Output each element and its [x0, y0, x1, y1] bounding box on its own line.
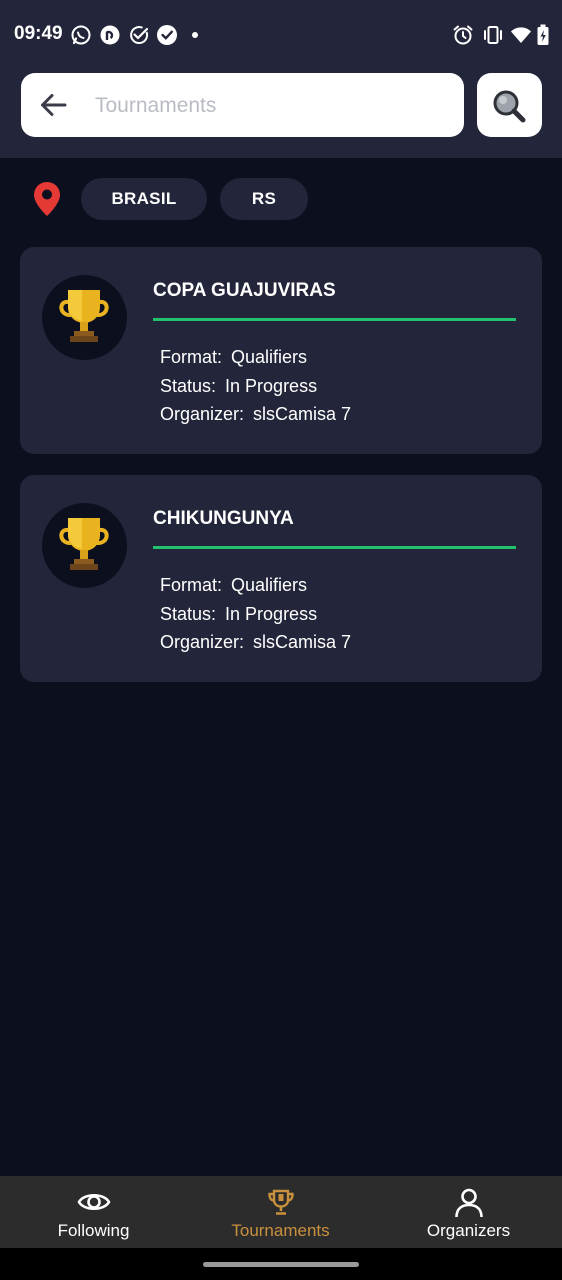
check-circle-icon	[130, 26, 149, 45]
format-row: Format: Qualifiers	[160, 347, 307, 368]
status-value: In Progress	[225, 604, 318, 624]
card-divider	[153, 318, 516, 321]
format-value: Qualifiers	[231, 347, 308, 367]
organizer-label: Organizer:	[160, 404, 245, 424]
nav-organizers[interactable]: Organizers	[375, 1176, 562, 1248]
trophy-icon	[59, 518, 109, 570]
tournament-avatar	[42, 275, 127, 360]
organizer-label: Organizer:	[160, 632, 245, 652]
status-label: Status:	[160, 604, 217, 624]
bottom-navigation: Following Tournaments Organizers	[0, 1176, 562, 1248]
tournament-name: COPA GUAJUVIRAS	[153, 280, 336, 301]
trophy-icon	[59, 290, 109, 342]
card-divider	[153, 546, 516, 549]
organizer-row: Organizer: slsCamisa 7	[160, 632, 351, 653]
tournament-avatar	[42, 503, 127, 588]
filter-chip-state[interactable]: RS	[220, 178, 308, 220]
eye-icon	[77, 1193, 110, 1211]
status-label: Status:	[160, 376, 217, 396]
search-button[interactable]	[477, 73, 542, 137]
organizer-value: slsCamisa 7	[253, 404, 352, 424]
status-time: 09:49	[14, 23, 63, 44]
whatsapp-icon	[71, 25, 91, 45]
nav-tournaments[interactable]: Tournaments	[187, 1176, 374, 1248]
dot-icon	[192, 32, 198, 38]
format-label: Format:	[160, 575, 223, 595]
search-input[interactable]	[93, 73, 457, 139]
nav-organizers-label: Organizers	[426, 1221, 511, 1240]
back-arrow-icon[interactable]	[35, 87, 71, 123]
nav-following-label: Following	[57, 1221, 130, 1240]
check-circle-filled-icon	[157, 25, 177, 45]
tournament-card[interactable]: COPA GUAJUVIRAS Format: Qualifiers Status…	[20, 247, 542, 454]
gesture-bar	[0, 1248, 562, 1280]
status-value: In Progress	[225, 376, 318, 396]
search-bar	[21, 73, 464, 139]
pocketcasts-icon	[100, 25, 120, 45]
top-bar: 09:49	[0, 0, 562, 158]
organizer-row: Organizer: slsCamisa 7	[160, 404, 351, 425]
format-value: Qualifiers	[231, 575, 308, 595]
vibrate-icon	[484, 26, 502, 44]
tournament-name: CHIKUNGUNYA	[153, 508, 294, 529]
organizer-value: slsCamisa 7	[253, 632, 352, 652]
status-row: Status: In Progress	[160, 604, 317, 625]
person-icon	[454, 1188, 483, 1218]
filter-chip-country[interactable]: BRASIL	[81, 178, 207, 220]
location-pin-icon[interactable]	[30, 180, 64, 218]
alarm-icon	[453, 25, 473, 45]
format-row: Format: Qualifiers	[160, 575, 307, 596]
status-bar: 09:49	[0, 0, 562, 70]
status-row: Status: In Progress	[160, 376, 317, 397]
home-indicator[interactable]	[203, 1262, 359, 1267]
wifi-icon	[511, 27, 531, 43]
tournament-card[interactable]: CHIKUNGUNYA Format: Qualifiers Status: In …	[20, 475, 542, 682]
trophy-icon	[267, 1189, 294, 1215]
magnifier-icon	[493, 90, 526, 123]
battery-icon	[537, 24, 549, 45]
nav-following[interactable]: Following	[0, 1176, 187, 1248]
format-label: Format:	[160, 347, 223, 367]
nav-tournaments-label: Tournaments	[231, 1221, 330, 1240]
